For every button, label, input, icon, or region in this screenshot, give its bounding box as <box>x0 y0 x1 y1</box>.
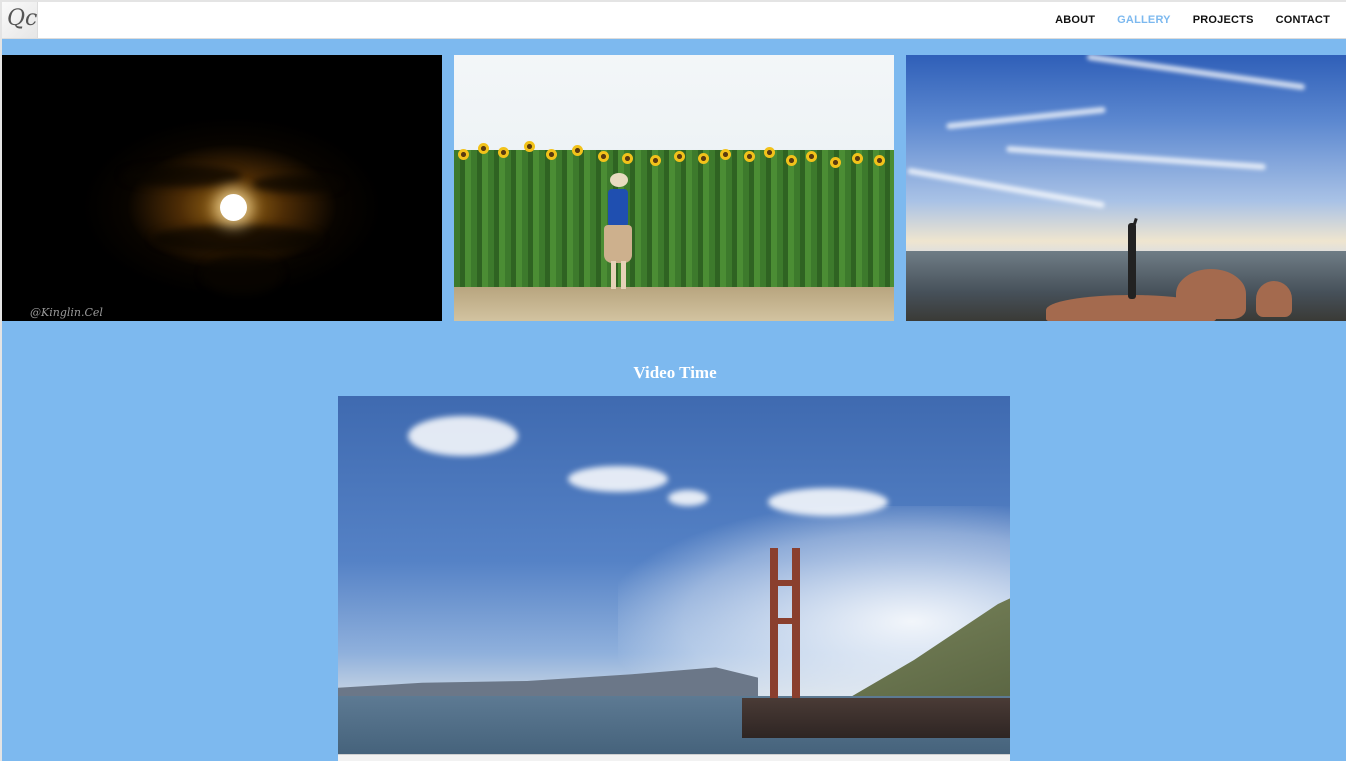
cloud <box>568 466 668 492</box>
dirt-ground <box>454 287 894 321</box>
woman-figure <box>602 173 632 293</box>
dark-cloud <box>202 255 282 295</box>
main-nav: ABOUT GALLERY PROJECTS CONTACT <box>1033 14 1330 26</box>
dark-cloud <box>152 225 322 253</box>
nav-contact[interactable]: CONTACT <box>1276 14 1330 26</box>
video-section-title: Video Time <box>633 363 717 382</box>
cloud <box>408 416 518 456</box>
nav-gallery[interactable]: GALLERY <box>1117 14 1171 26</box>
sunflower-field <box>454 150 894 290</box>
gallery-photo-moon[interactable]: @Kinglin.Cel <box>2 55 442 321</box>
gallery-photo-summit[interactable] <box>906 55 1346 321</box>
logo-text: Qc <box>7 6 38 31</box>
bridge-tower-strut <box>770 580 800 586</box>
bridge-deck <box>742 698 1010 738</box>
sunflower-heads <box>454 141 894 171</box>
bridge-tower-leg <box>770 548 778 718</box>
cloud <box>668 490 708 506</box>
bridge-tower-strut <box>770 618 800 624</box>
site-logo[interactable]: Qc <box>2 2 38 38</box>
dark-cloud <box>122 165 242 187</box>
nav-about[interactable]: ABOUT <box>1055 14 1095 26</box>
top-navigation-bar: Qc ABOUT GALLERY PROJECTS CONTACT <box>2 2 1346 39</box>
dark-cloud <box>252 175 342 193</box>
hiker-figure <box>1128 223 1136 299</box>
gallery-photo-sunflowers[interactable] <box>454 55 894 321</box>
rock <box>1256 281 1292 317</box>
nav-projects[interactable]: PROJECTS <box>1193 14 1254 26</box>
rock <box>1176 269 1246 319</box>
page: Qc ABOUT GALLERY PROJECTS CONTACT @Kingl… <box>0 0 1346 761</box>
video-player[interactable] <box>338 396 1010 761</box>
bridge-tower-leg <box>792 548 800 718</box>
video-controls-bar[interactable] <box>338 754 1010 761</box>
moon-shape <box>220 194 247 221</box>
photo-watermark: @Kinglin.Cel <box>30 306 103 319</box>
